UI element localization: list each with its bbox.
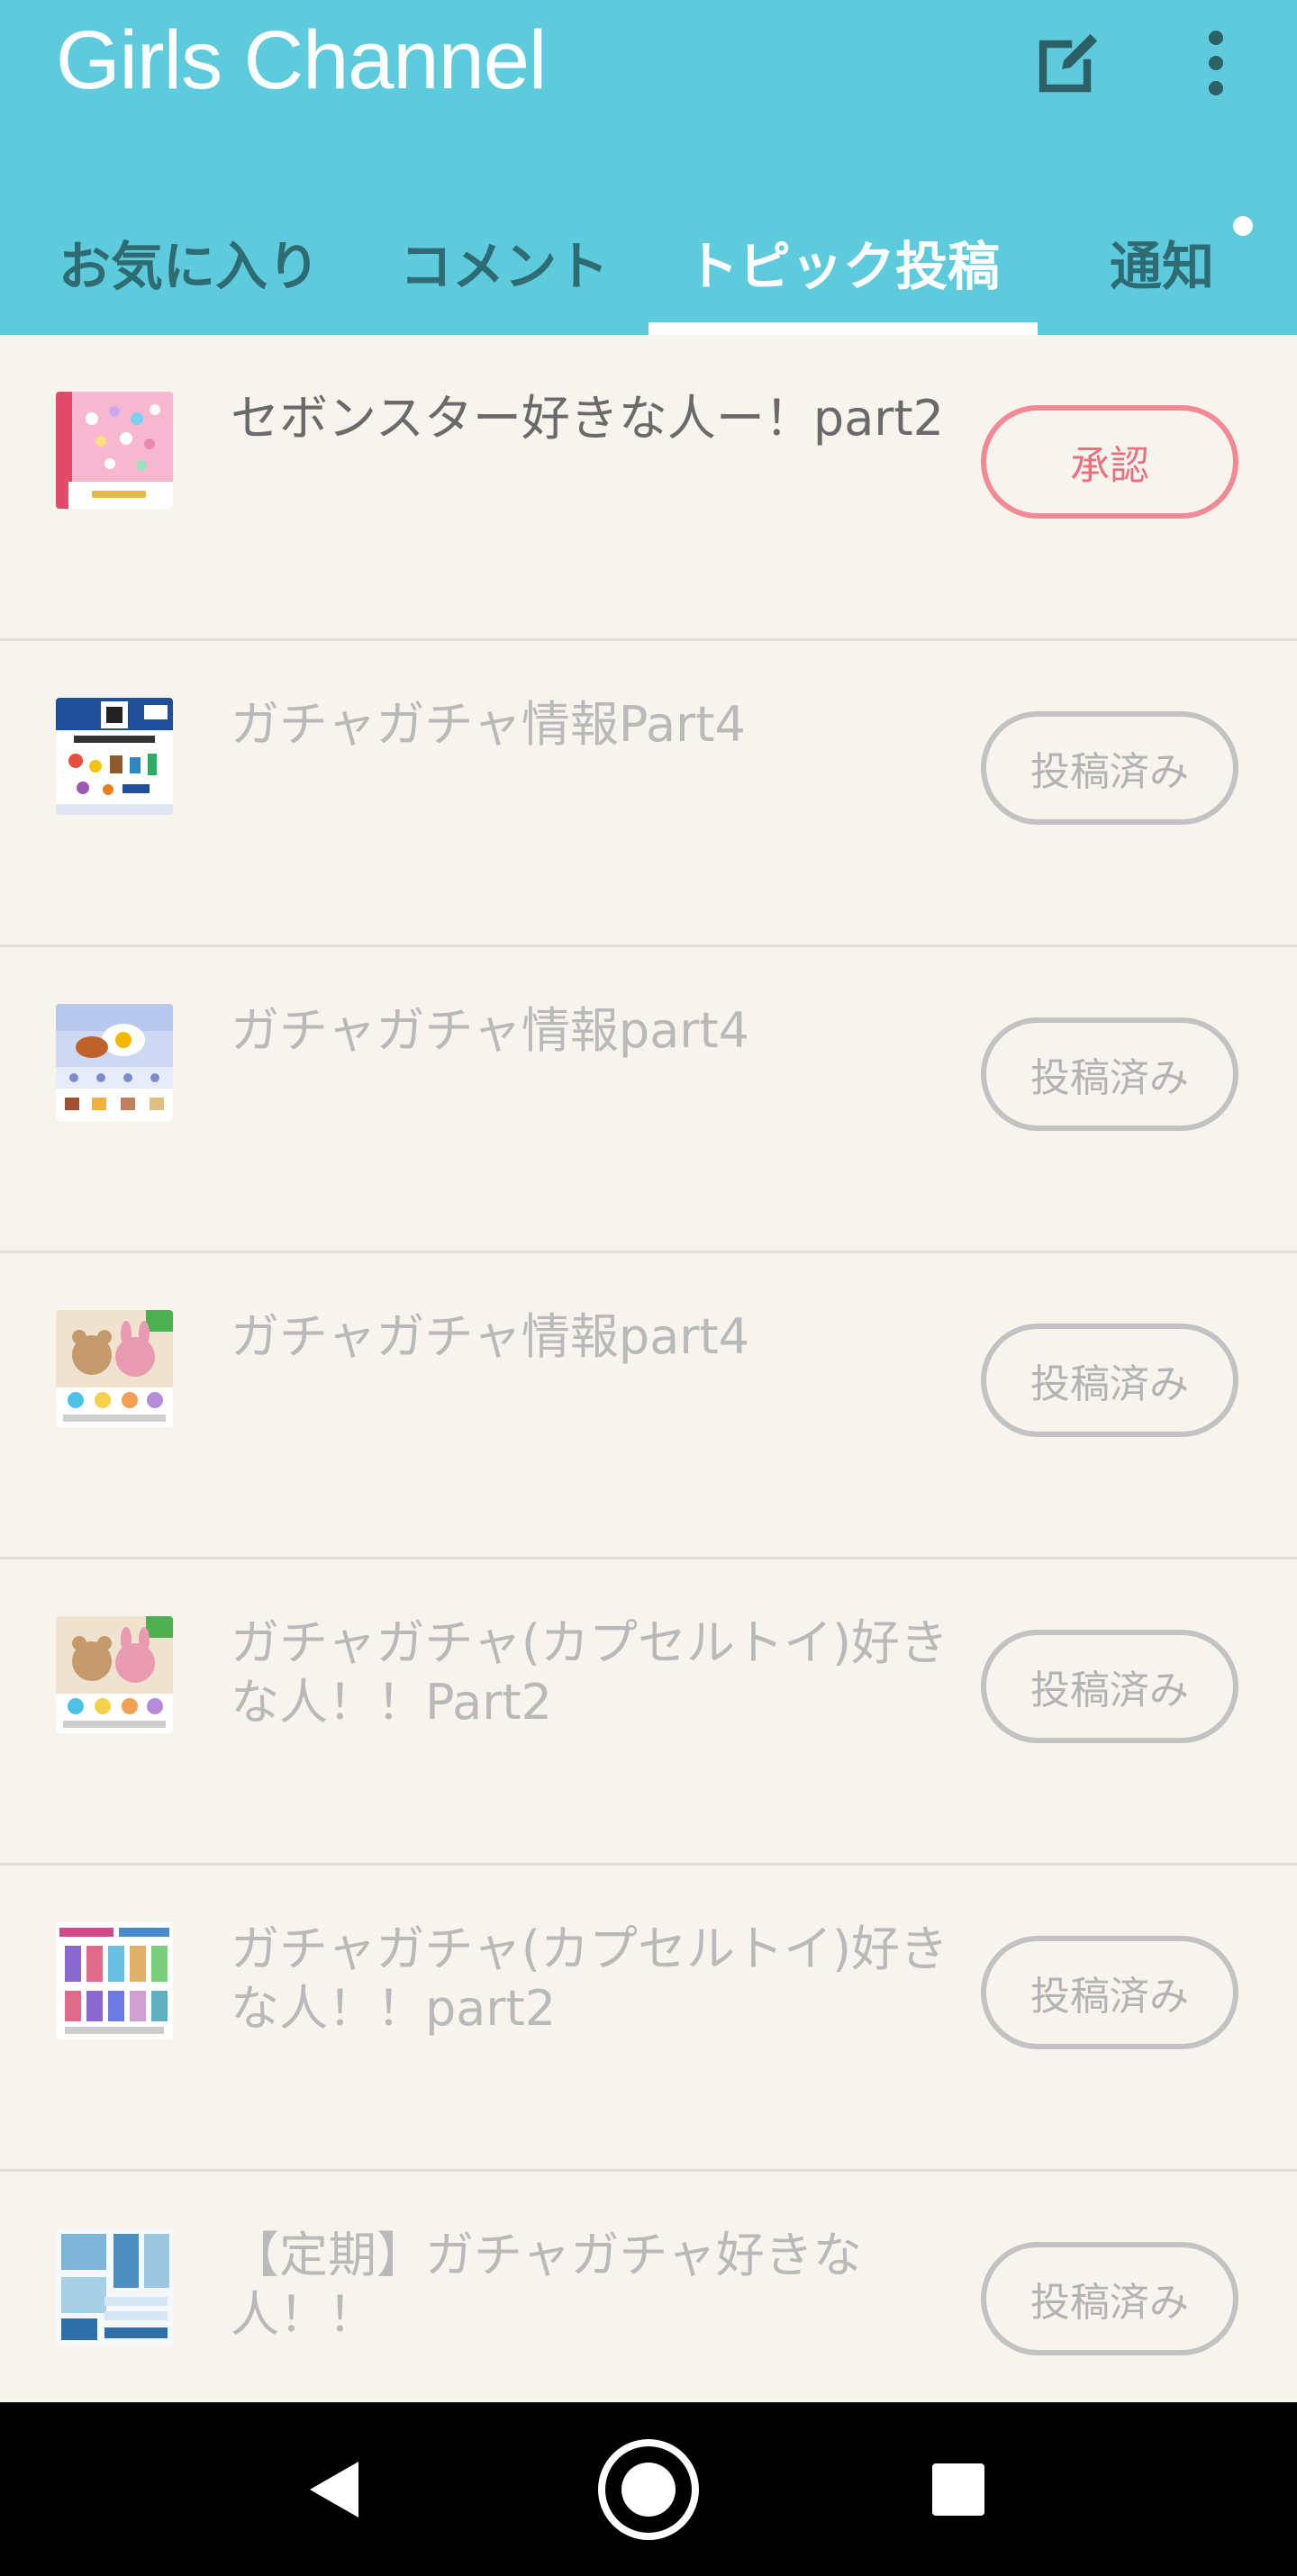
posted-status-button[interactable]: 投稿済み <box>981 1017 1238 1131</box>
home-button[interactable] <box>576 2402 721 2576</box>
list-item[interactable]: ガチャガチャ情報part4 投稿済み <box>0 947 1297 1253</box>
list-item[interactable]: 【定期】ガチャガチャ好きな人！！ 投稿済み <box>0 2172 1297 2402</box>
anime-figures-thumbnail <box>56 1922 173 2039</box>
topic-title: ガチャガチャ情報part4 <box>231 1002 750 1059</box>
topic-title: ガチャガチャ(カプセルトイ)好きな人！！part2 <box>231 1921 949 2037</box>
topic-title: 【定期】ガチャガチャ好きな人！！ <box>231 2227 862 2343</box>
goods-catalog-thumbnail <box>56 2228 173 2346</box>
posted-status-button[interactable]: 投稿済み <box>981 1324 1238 1437</box>
overflow-menu-button[interactable] <box>1180 18 1252 108</box>
tab-bar: お気に入り コメント トピック投稿 通知 <box>0 189 1297 335</box>
topic-title: セボンスター好きな人ー！part2 <box>231 390 945 447</box>
food-gacha-thumbnail <box>56 1004 173 1121</box>
active-tab-indicator <box>648 322 1038 335</box>
topic-title: ガチャガチャ(カプセルトイ)好きな人！！Part2 <box>231 1614 949 1731</box>
tab-comments[interactable]: コメント <box>378 189 630 335</box>
app-title: Girls Channel <box>56 14 547 106</box>
more-vertical-icon <box>1209 31 1223 95</box>
posted-status-button[interactable]: 投稿済み <box>981 2242 1238 2355</box>
tab-topic-posts[interactable]: トピック投稿 <box>648 189 1038 335</box>
recents-square-icon <box>932 2463 984 2516</box>
edit-icon <box>1039 33 1098 93</box>
sebonstar-thumbnail <box>56 392 173 509</box>
posted-status-button[interactable]: 投稿済み <box>981 1936 1238 2049</box>
app-header: Girls Channel お気に入り コメント トピック投稿 通知 <box>0 0 1297 335</box>
compose-button[interactable] <box>1023 18 1113 108</box>
topic-title: ガチャガチャ情報part4 <box>231 1308 750 1365</box>
home-circle-icon <box>598 2438 699 2540</box>
list-item[interactable]: ガチャガチャ(カプセルトイ)好きな人！！Part2 投稿済み <box>0 1559 1297 1866</box>
recents-button[interactable] <box>886 2402 1030 2576</box>
plush-bears-thumbnail <box>56 1310 173 1427</box>
topic-list: セボンスター好きな人ー！part2 承認 ガチャガチャ情報Part4 投稿済み … <box>0 335 1297 2402</box>
list-item[interactable]: セボンスター好きな人ー！part2 承認 <box>0 335 1297 641</box>
system-nav-bar <box>0 2402 1297 2576</box>
posted-status-button[interactable]: 投稿済み <box>981 711 1238 825</box>
unread-dot <box>1233 216 1253 236</box>
back-triangle-icon <box>310 2461 358 2517</box>
tab-favorites[interactable]: お気に入り <box>27 189 351 335</box>
list-item[interactable]: ガチャガチャ情報part4 投稿済み <box>0 1253 1297 1559</box>
tab-notifications[interactable]: 通知 <box>1081 189 1243 335</box>
approve-button[interactable]: 承認 <box>981 405 1238 519</box>
list-item[interactable]: ガチャガチャ情報Part4 投稿済み <box>0 641 1297 947</box>
plush-bears-thumbnail <box>56 1616 173 1733</box>
topic-title: ガチャガチャ情報Part4 <box>231 696 746 753</box>
list-item[interactable]: ガチャガチャ(カプセルトイ)好きな人！！part2 投稿済み <box>0 1866 1297 2172</box>
back-button[interactable] <box>263 2402 407 2576</box>
posted-status-button[interactable]: 投稿済み <box>981 1630 1238 1743</box>
miniature-mascot-thumbnail <box>56 698 173 815</box>
